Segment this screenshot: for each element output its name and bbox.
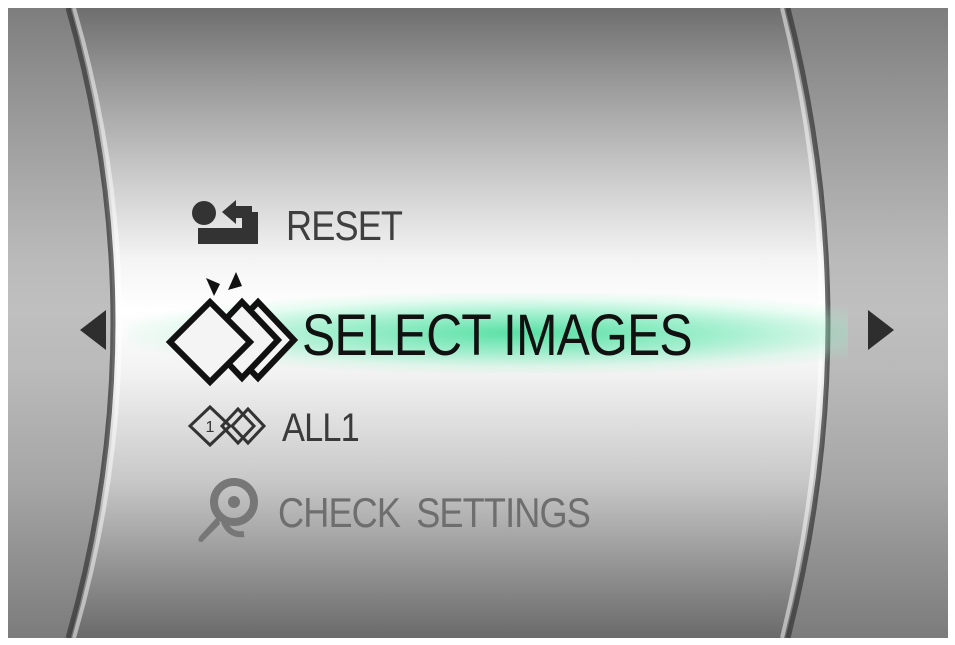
menu-item-all1[interactable]: 1 ALL1 [187, 403, 371, 454]
check-settings-icon [188, 476, 264, 549]
select-images-icon [158, 268, 299, 403]
menu-item-select-images[interactable]: SELECT IMAGES [158, 268, 755, 403]
all-one-icon: 1 [187, 403, 268, 454]
triangle-right-icon[interactable] [866, 308, 896, 352]
menu-item-check-settings[interactable]: CHECK SETTINGS [188, 476, 641, 549]
menu-item-label: RESET [286, 201, 403, 249]
camera-menu-screen: RESET SELECT IMAGES 1 ALL1 CHECK SETTING… [8, 8, 948, 638]
menu-item-label: ALL1 [282, 406, 360, 450]
reset-icon [188, 198, 268, 253]
svg-text:1: 1 [206, 419, 215, 436]
menu-item-label: SELECT IMAGES [302, 303, 693, 368]
menu-item-reset[interactable]: RESET [188, 198, 421, 253]
triangle-left-icon[interactable] [78, 308, 108, 352]
menu-item-label: CHECK SETTINGS [278, 488, 591, 536]
